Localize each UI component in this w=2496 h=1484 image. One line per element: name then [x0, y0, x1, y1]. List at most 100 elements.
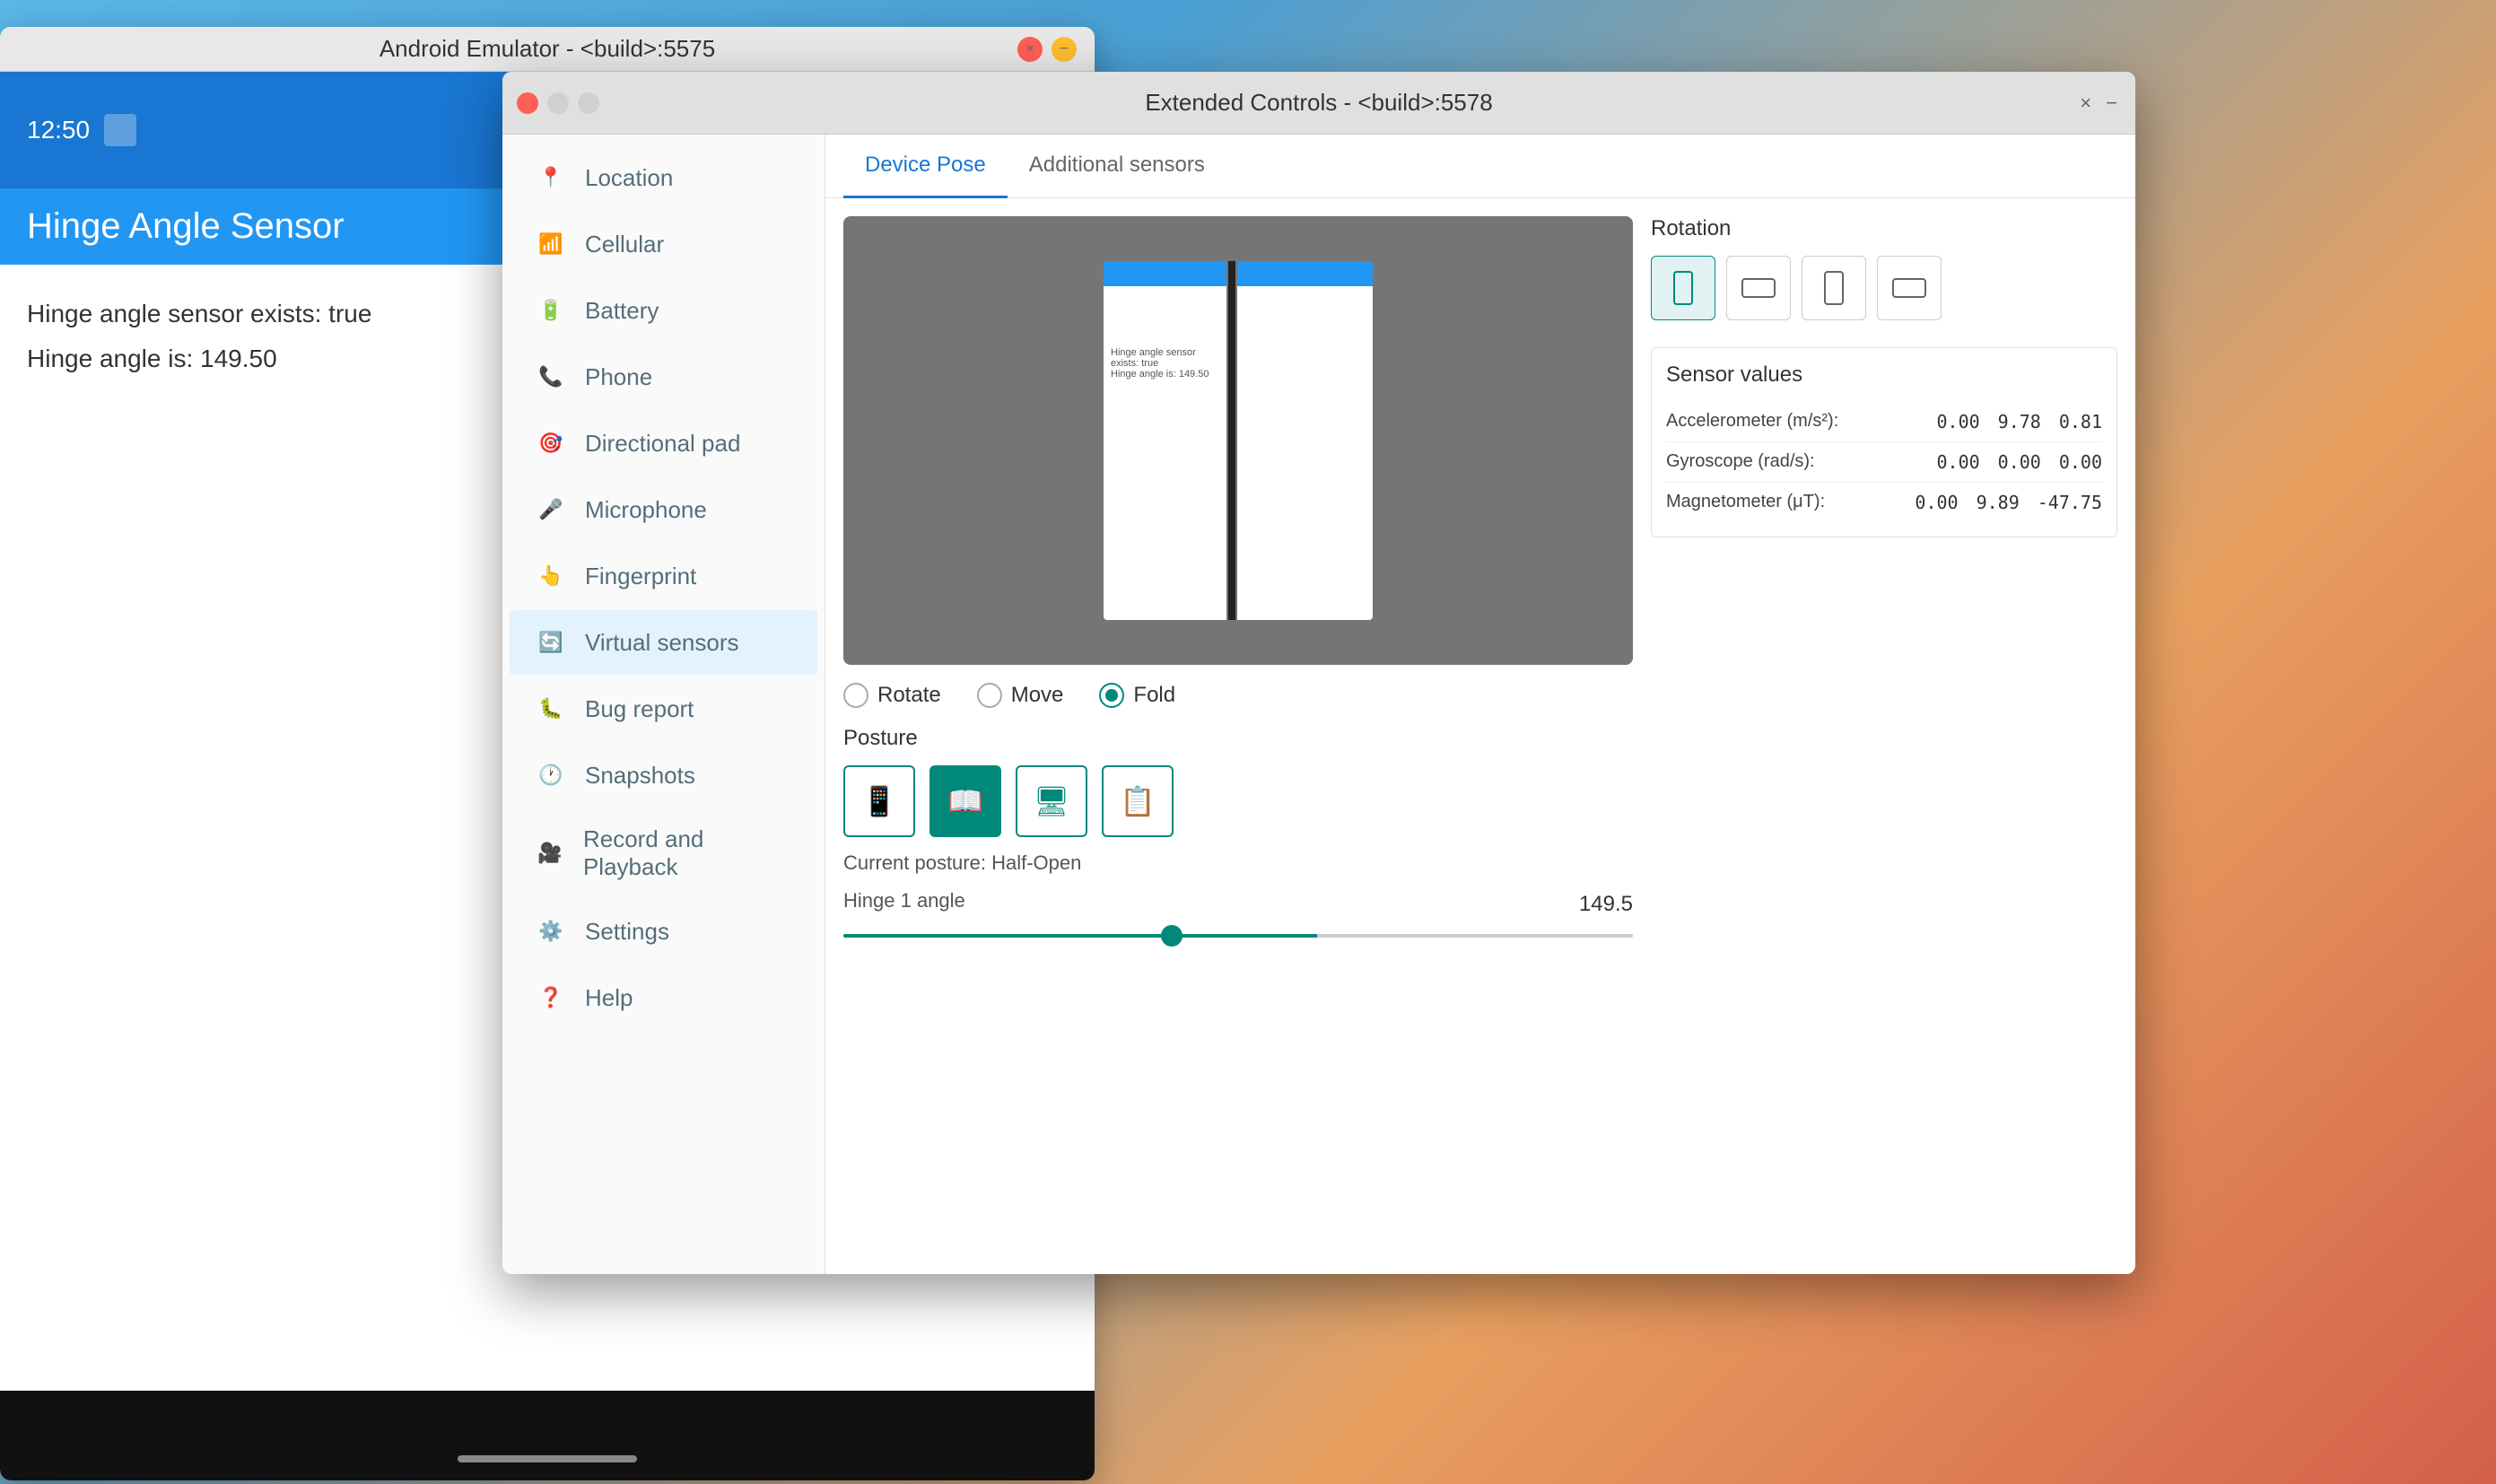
ext-close-button[interactable] [517, 92, 538, 114]
accelerometer-values: 0.00 9.78 0.81 [1936, 411, 2102, 432]
rotation-section: Rotation [1651, 216, 2117, 320]
fold-left-panel: Hinge angle sensor exists: true Hinge an… [1104, 261, 1226, 620]
tab-additional-sensors[interactable]: Additional sensors [1008, 135, 1226, 198]
mag-v1: 0.00 [1915, 492, 1958, 513]
hinge-slider[interactable] [843, 934, 1633, 938]
hinge-angle-label: Hinge 1 angle [843, 889, 965, 912]
rotation-btn-landscape-left[interactable] [1726, 256, 1791, 320]
phone-bottom-bar [0, 1391, 1095, 1480]
fingerprint-icon: 👆 [535, 560, 567, 592]
sidebar-label-phone: Phone [585, 363, 652, 391]
location-icon: 📍 [535, 161, 567, 194]
sidebar-label-location: Location [585, 164, 673, 192]
hinge-angle-value: 149.5 [1579, 892, 1633, 917]
sidebar-item-location[interactable]: 📍 Location [510, 145, 817, 210]
emulator-minimize-button[interactable]: − [1052, 37, 1077, 62]
accelerometer-label: Accelerometer (m/s²): [1666, 411, 1936, 432]
sidebar-item-phone[interactable]: 📞 Phone [510, 345, 817, 409]
ext-maximize-button[interactable] [578, 92, 599, 114]
sidebar-label-battery: Battery [585, 297, 659, 325]
ext-titlebar: Extended Controls - <build>:5578 × − [502, 72, 2135, 135]
virtual-sensors-icon: 🔄 [535, 626, 567, 659]
ext-minimize-button[interactable] [547, 92, 569, 114]
accel-v3: 0.81 [2059, 411, 2102, 432]
emulator-title: Android Emulator - <build>:5575 [380, 35, 715, 63]
sidebar-item-microphone[interactable]: 🎤 Microphone [510, 477, 817, 542]
phone-icon: 📞 [535, 361, 567, 393]
posture-btn-3[interactable]: 🖥 [1016, 765, 1087, 837]
magnetometer-label: Magnetometer (μT): [1666, 492, 1915, 513]
mag-v2: 9.89 [1977, 492, 2020, 513]
gyro-v3: 0.00 [2059, 451, 2102, 473]
content-area: Device Pose Additional sensors [825, 135, 2135, 1274]
fold-device: Hinge angle sensor exists: true Hinge an… [1104, 261, 1373, 620]
battery-icon: 🔋 [535, 294, 567, 327]
rotation-btn-portrait-reverse[interactable] [1802, 256, 1866, 320]
sidebar-item-snapshots[interactable]: 🕐 Snapshots [510, 743, 817, 807]
fold-label: Fold [1133, 683, 1175, 708]
current-posture-text: Current posture: Half-Open [843, 851, 1633, 875]
sidebar-item-settings[interactable]: ⚙️ Settings [510, 899, 817, 964]
ext-win-min-button[interactable]: − [2106, 92, 2117, 115]
phone-home-indicator [458, 1455, 637, 1462]
rotate-radio-circle [843, 683, 868, 708]
pose-left-panel: Hinge angle sensor exists: true Hinge an… [843, 216, 1633, 1256]
mode-radio-group: Rotate Move Fold [843, 683, 1633, 708]
rotation-buttons [1651, 256, 2117, 320]
sidebar-item-record-playback[interactable]: 🎥 Record and Playback [510, 809, 817, 897]
rotation-btn-portrait[interactable] [1651, 256, 1715, 320]
ext-titlebar-buttons [517, 92, 599, 114]
posture-btn-2[interactable]: 📖 [929, 765, 1001, 837]
emulator-controls: × − [1017, 37, 1077, 62]
sidebar-label-bug-report: Bug report [585, 695, 694, 723]
sidebar-label-help: Help [585, 984, 633, 1012]
microphone-icon: 🎤 [535, 493, 567, 526]
sidebar-item-fingerprint[interactable]: 👆 Fingerprint [510, 544, 817, 608]
ext-title: Extended Controls - <build>:5578 [1145, 89, 1492, 117]
posture-btn-1[interactable]: 📱 [843, 765, 915, 837]
posture-controls: Posture 📱 📖 🖥 📋 Current posture: Half-Op… [843, 726, 1633, 938]
sidebar-item-directional-pad[interactable]: 🎯 Directional pad [510, 411, 817, 476]
gyro-v1: 0.00 [1936, 451, 1979, 473]
fold-hinge [1228, 261, 1235, 620]
sidebar-item-bug-report[interactable]: 🐛 Bug report [510, 677, 817, 741]
magnetometer-values: 0.00 9.89 -47.75 [1915, 492, 2102, 513]
hinge-slider-container [843, 934, 1633, 938]
fold-appbar-mini-right [1237, 261, 1373, 286]
emulator-close-button[interactable]: × [1017, 37, 1043, 62]
accel-v1: 0.00 [1936, 411, 1979, 432]
sidebar-label-snapshots: Snapshots [585, 762, 695, 790]
gyroscope-label: Gyroscope (rad/s): [1666, 451, 1936, 473]
tab-device-pose[interactable]: Device Pose [843, 135, 1008, 198]
sidebar-item-virtual-sensors[interactable]: 🔄 Virtual sensors [510, 610, 817, 675]
posture-btn-4[interactable]: 📋 [1102, 765, 1174, 837]
sensor-row-gyroscope: Gyroscope (rad/s): 0.00 0.00 0.00 [1666, 442, 2102, 483]
phone-status-icon [104, 114, 136, 146]
settings-icon: ⚙️ [535, 915, 567, 947]
help-icon: ❓ [535, 982, 567, 1014]
move-radio[interactable]: Move [977, 683, 1064, 708]
gyro-v2: 0.00 [1998, 451, 2041, 473]
sidebar-label-fingerprint: Fingerprint [585, 563, 696, 590]
sidebar-label-dpad: Directional pad [585, 430, 740, 458]
move-label: Move [1011, 683, 1064, 708]
sidebar-item-help[interactable]: ❓ Help [510, 965, 817, 1030]
fold-right-panel [1237, 261, 1373, 620]
fold-radio[interactable]: Fold [1099, 683, 1175, 708]
extended-controls-window: Extended Controls - <build>:5578 × − 📍 L… [502, 72, 2135, 1274]
sidebar-item-cellular[interactable]: 📶 Cellular [510, 212, 817, 276]
sidebar-label-virtual-sensors: Virtual sensors [585, 629, 739, 657]
dpad-icon: 🎯 [535, 427, 567, 459]
rotate-radio[interactable]: Rotate [843, 683, 941, 708]
phone-time: 12:50 [27, 116, 90, 144]
sidebar-item-battery[interactable]: 🔋 Battery [510, 278, 817, 343]
rotation-btn-landscape-right[interactable] [1877, 256, 1942, 320]
device-preview: Hinge angle sensor exists: true Hinge an… [843, 216, 1633, 665]
ext-titlebar-right: × − [2080, 92, 2117, 115]
sidebar-label-record-playback: Record and Playback [583, 825, 792, 881]
emulator-titlebar: Android Emulator - <build>:5575 × − [0, 27, 1095, 72]
mag-v3: -47.75 [2038, 492, 2102, 513]
fold-radio-circle [1099, 683, 1124, 708]
ext-win-close-button[interactable]: × [2080, 92, 2091, 115]
posture-icon-group: 📱 📖 🖥 📋 [843, 765, 1633, 837]
